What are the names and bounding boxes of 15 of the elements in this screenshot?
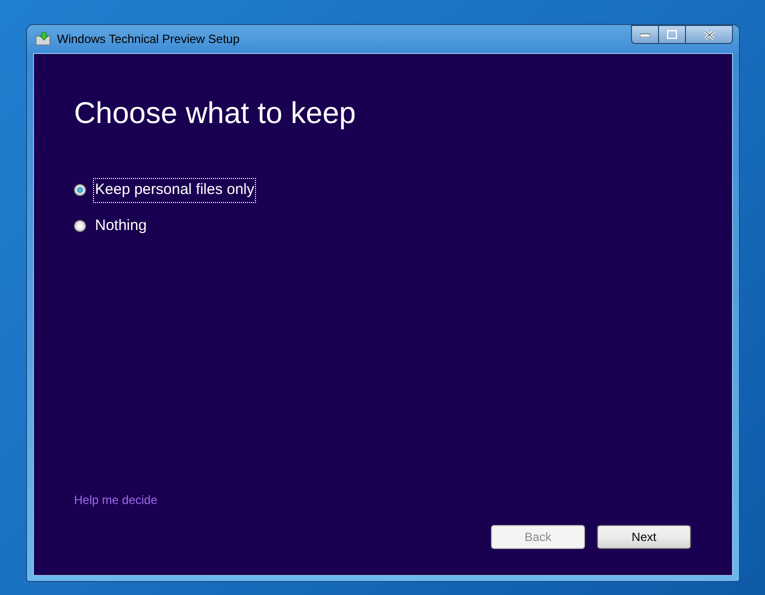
close-icon	[704, 30, 714, 40]
option-label[interactable]: Nothing	[94, 214, 148, 237]
window-title: Windows Technical Preview Setup	[57, 31, 240, 48]
radio-button[interactable]	[74, 220, 86, 232]
help-link[interactable]: Help me decide	[74, 491, 158, 509]
radio-button[interactable]	[74, 184, 86, 196]
page-heading: Choose what to keep	[74, 96, 357, 132]
close-button[interactable]	[686, 25, 733, 44]
setup-icon	[35, 32, 51, 46]
option-label[interactable]: Keep personal files only	[94, 179, 256, 202]
maximize-button[interactable]	[659, 25, 686, 44]
next-button[interactable]: Next	[597, 525, 691, 549]
minimize-icon	[640, 32, 650, 36]
maximize-icon	[667, 30, 677, 39]
minimize-button[interactable]	[631, 25, 659, 44]
